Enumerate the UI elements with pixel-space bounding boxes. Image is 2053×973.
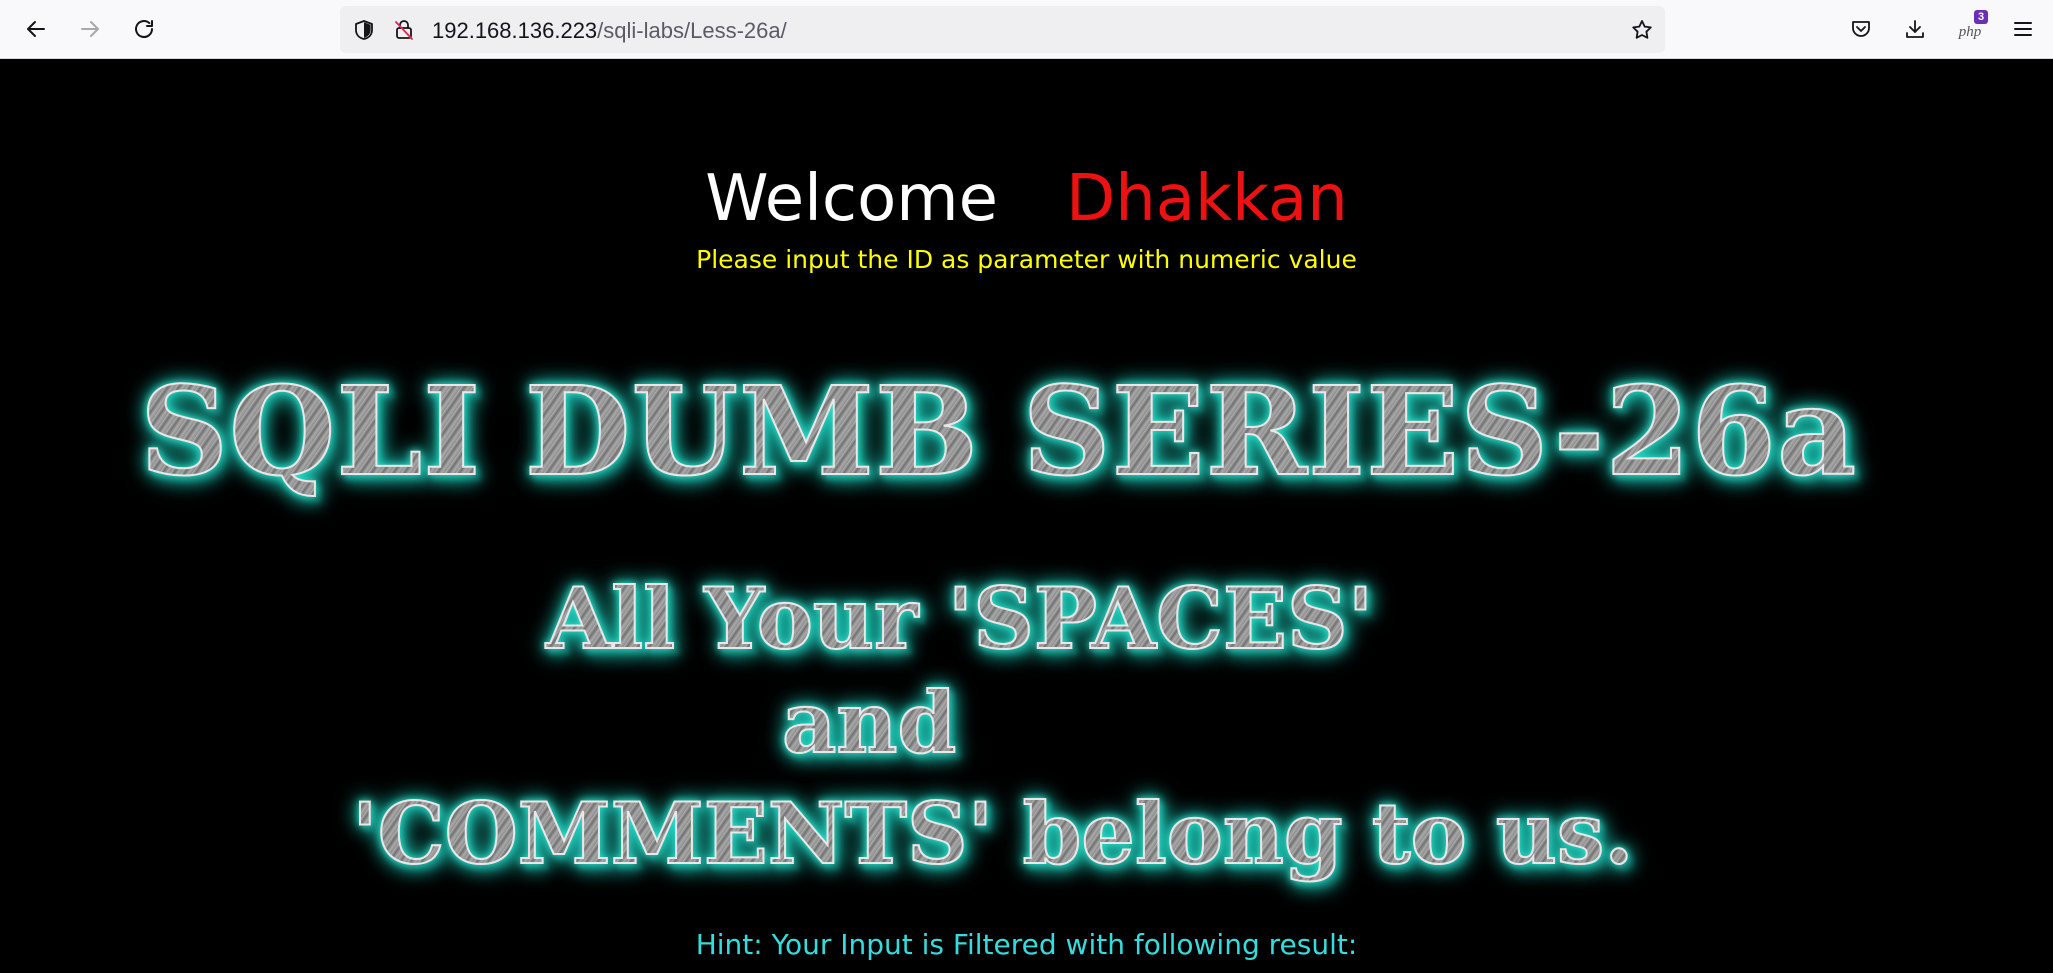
hint-text: Hint: Your Input is Filtered with follow…: [695, 928, 1358, 961]
back-arrow-icon: [27, 21, 45, 37]
welcome-heading: Welcome Dhakkan: [0, 167, 2053, 231]
shield-icon: [355, 20, 373, 40]
url-path: /sqli-labs/Less-26a/: [597, 18, 787, 43]
url-bar[interactable]: 192.168.136.223/sqli-labs/Less-26a/: [340, 6, 1665, 53]
reload-button[interactable]: [124, 9, 164, 49]
pocket-icon: [1852, 21, 1870, 37]
tracking-protection-button[interactable]: [351, 17, 377, 43]
forward-arrow-icon: [81, 21, 99, 37]
slogan-line-2: and: [781, 672, 957, 773]
slogan-line-3: 'COMMENTS' belong to us.: [351, 783, 1634, 884]
forward-button[interactable]: [70, 9, 110, 49]
insecure-lock-icon: [395, 20, 413, 40]
url-text[interactable]: 192.168.136.223/sqli-labs/Less-26a/: [432, 18, 787, 44]
welcome-word: Welcome: [705, 162, 998, 236]
slogan-line-1: All Your 'SPACES': [545, 568, 1374, 669]
instruction-text: Please input the ID as parameter with nu…: [696, 245, 1357, 274]
star-icon: [1632, 20, 1652, 39]
downloads-button[interactable]: [1895, 9, 1935, 49]
extension-badge: 3: [1974, 10, 1988, 24]
reload-icon: [135, 20, 153, 38]
bookmark-button[interactable]: [1629, 17, 1655, 43]
hamburger-menu-icon: [2014, 22, 2032, 36]
page-content: Welcome Dhakkan Please input the ID as pa…: [0, 59, 2053, 973]
title-banner: SQLI DUMB SERIES-26a: [139, 358, 1858, 504]
welcome-name: Dhakkan: [1065, 162, 1348, 236]
php-extension-icon: php: [1958, 23, 1982, 40]
download-icon: [1906, 20, 1924, 38]
url-host: 192.168.136.223: [432, 18, 598, 43]
app-menu-button[interactable]: [2003, 9, 2043, 49]
site-security-button[interactable]: [391, 17, 417, 43]
back-button[interactable]: [16, 9, 56, 49]
php-extension-button[interactable]: php 3: [1950, 9, 1990, 49]
pocket-button[interactable]: [1841, 9, 1881, 49]
browser-toolbar: 192.168.136.223/sqli-labs/Less-26a/ php …: [0, 0, 2053, 59]
